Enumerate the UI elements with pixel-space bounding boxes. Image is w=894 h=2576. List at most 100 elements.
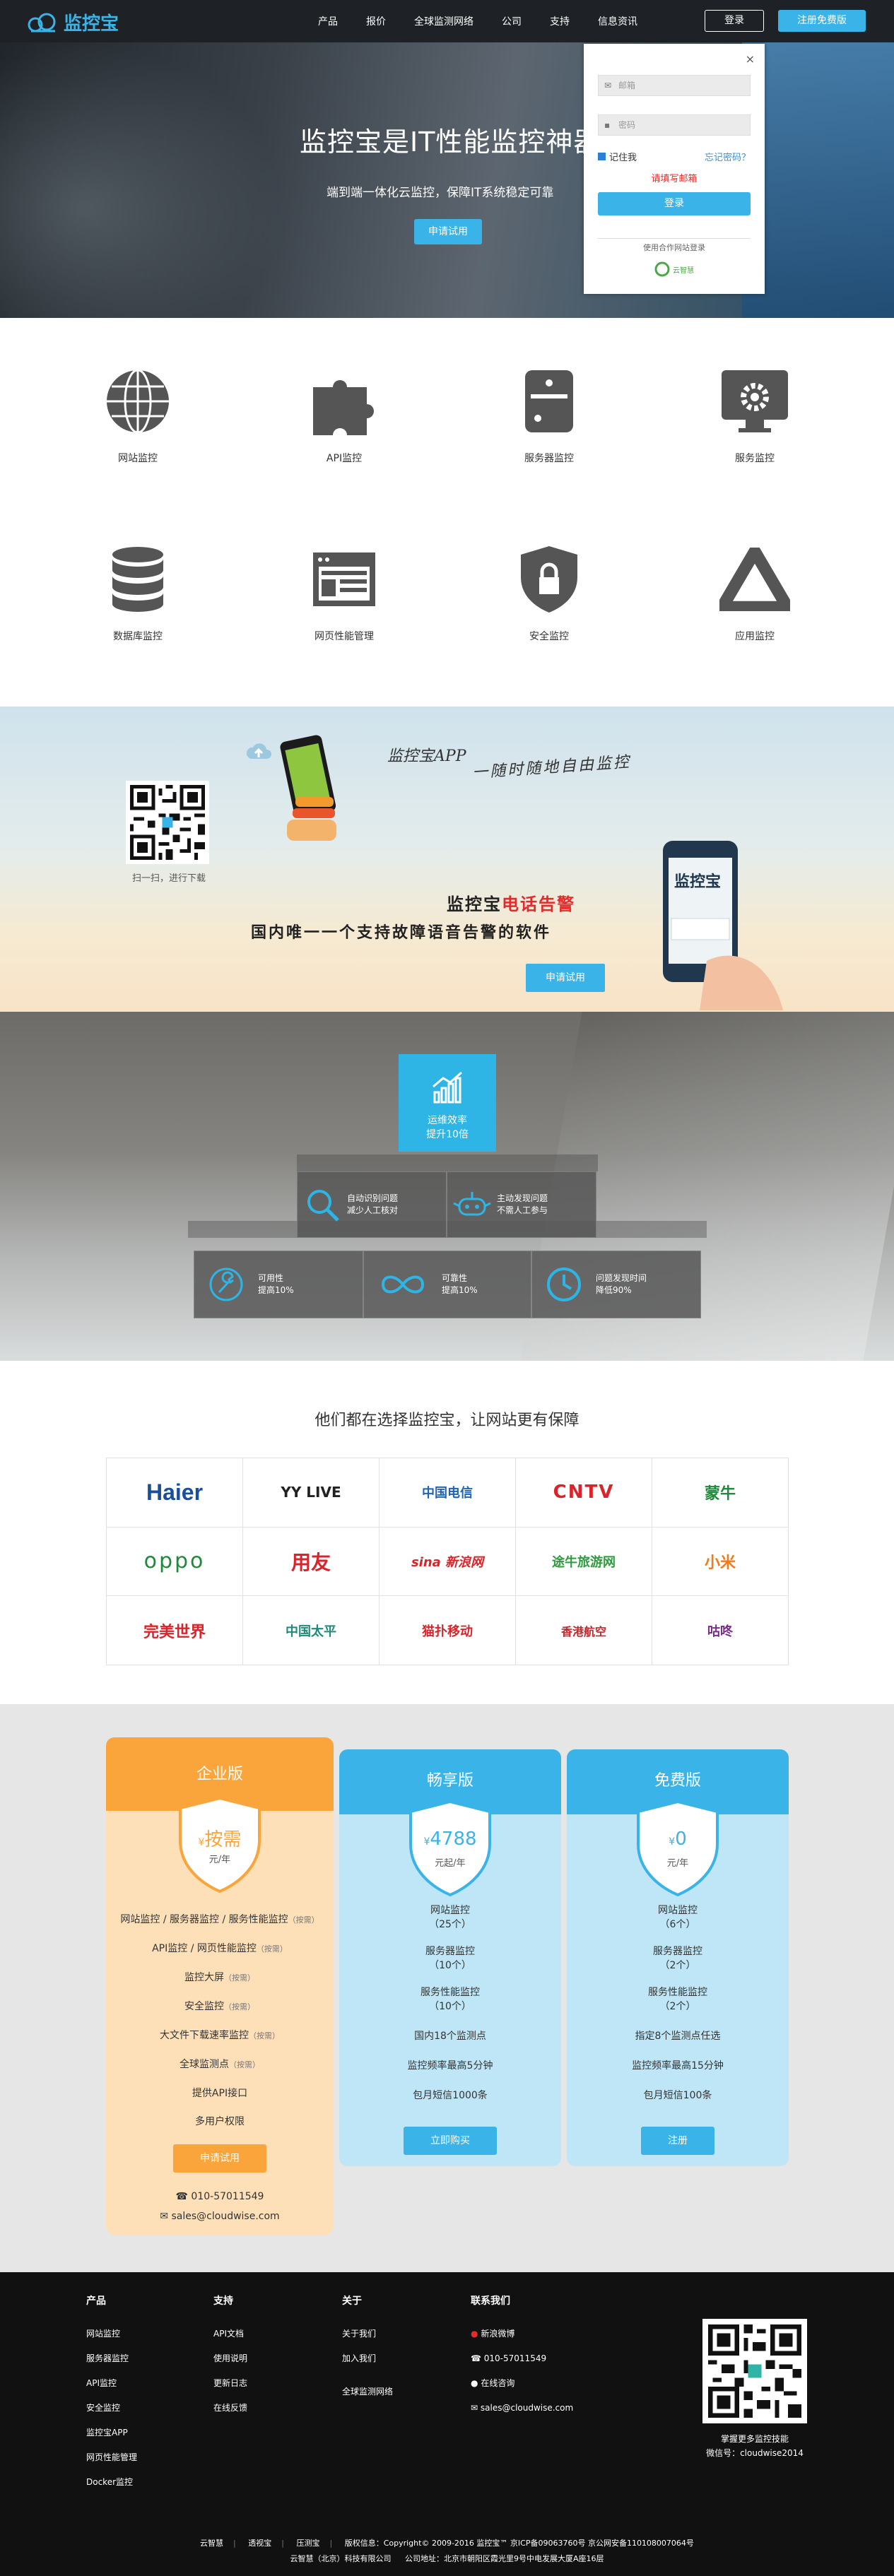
phone-screen-text: 监控宝 — [674, 873, 722, 891]
footer: 产品 网站监控 服务器监控 API监控 安全监控 监控宝APP 网页性能管理 D… — [0, 2272, 894, 2576]
feature-service-monitor[interactable]: 服务监控 — [698, 366, 811, 465]
footer-brand-link[interactable]: 压测宝 — [296, 2539, 319, 2548]
plan-standard: 畅享版 ¥4788 元起/年 网站监控 （25个） 服务器监控 （10个） 服务性能… — [339, 1749, 561, 2166]
footer-brand-link[interactable]: 云智慧 — [200, 2539, 223, 2548]
remember-checkbox[interactable]: 记住我 — [598, 150, 637, 163]
mid-left-line1: 自动识别问题 — [347, 1193, 399, 1203]
clock-icon — [532, 1266, 596, 1303]
app-apply-button[interactable]: 申请试用 — [526, 964, 605, 992]
sales-phone: ☎ 010-57011549 — [175, 2191, 264, 2202]
feature-server-monitor[interactable]: 服务器监控 — [493, 366, 606, 465]
footer-phone: ☎ 010-57011549 — [471, 2353, 547, 2363]
footer-link[interactable]: API监控 — [86, 2371, 137, 2396]
pyramid-mid-left: 自动识别问题 减少人工核对 — [297, 1171, 447, 1238]
sales-email[interactable]: ✉ sales@cloudwise.com — [106, 2211, 334, 2222]
plan-feature: 大文件下载速率监控（按需） — [160, 2030, 280, 2041]
plan-feature: API监控 / 网页性能监控（按需） — [152, 1943, 288, 1954]
logo-text: 监控宝 — [64, 13, 119, 35]
bottom-center-line1: 可靠性 — [442, 1273, 468, 1283]
password-field[interactable]: ▪ 密码 — [598, 114, 751, 136]
app-phone-illustration — [280, 735, 348, 848]
footer-link[interactable]: Docker监控 — [86, 2470, 137, 2495]
register-free-button[interactable]: 注册 — [641, 2127, 714, 2155]
magnifier-icon — [298, 1186, 347, 1223]
footer-link[interactable]: 网页性能管理 — [86, 2445, 137, 2470]
nav-link-company[interactable]: 公司 — [488, 14, 536, 28]
footer-link[interactable]: 关于我们 — [342, 2322, 393, 2346]
footer-col-support: 支持 API文档 使用说明 更新日志 在线反馈 — [213, 2293, 247, 2421]
login-submit-button[interactable]: 登录 — [598, 192, 751, 215]
logo[interactable]: 监控宝 — [27, 9, 119, 35]
plan-name: 免费版 — [654, 1772, 701, 1790]
bottom-left-line2: 提高10% — [258, 1285, 294, 1295]
login-panel: × ✉ 邮箱 ▪ 密码 记住我 忘记密码？ 请填写邮箱 登录 使用合作网站登录 … — [584, 44, 765, 294]
footer-link[interactable]: 在线反馈 — [213, 2396, 247, 2421]
plan-feature: 多用户权限 — [195, 2116, 245, 2127]
footer-link[interactable]: API文档 — [213, 2322, 247, 2346]
nav-link-pricing[interactable]: 报价 — [352, 14, 400, 28]
plan-price: ¥4788 — [423, 1828, 477, 1850]
pyramid-bottom-right: 问题发现时间 降低90% — [531, 1251, 701, 1318]
price-unit: 元起/年 — [435, 1858, 466, 1869]
wechat-qr-caption: 掌握更多监控技能 微信号：cloudwise2014 — [706, 2434, 804, 2458]
footer-link[interactable]: 服务器监控 — [86, 2346, 137, 2371]
footer-link[interactable]: 全球监测网络 — [342, 2380, 393, 2404]
pyramid-top: 运维效率 提升10倍 — [399, 1054, 496, 1152]
alarm-prefix: 监控宝 — [447, 894, 502, 914]
partner-login-link[interactable]: 云智慧 — [652, 259, 697, 279]
robot-icon — [447, 1188, 497, 1222]
footer-link[interactable]: 使用说明 — [213, 2346, 247, 2371]
plan-feature: 提供API接口 — [192, 2088, 248, 2099]
footer-col-about: 关于 关于我们 加入我们 全球监测网络 — [342, 2293, 393, 2404]
register-button[interactable]: 注册免费版 — [778, 10, 866, 32]
webpage-icon — [309, 544, 380, 615]
client-logo-yy: YY LIVE — [243, 1458, 380, 1528]
login-button[interactable]: 登录 — [705, 10, 764, 32]
enterprise-apply-button[interactable]: 申请试用 — [173, 2144, 266, 2173]
footer-weibo[interactable]: ● 新浪微博 — [471, 2322, 573, 2346]
weibo-icon: ● — [471, 2329, 478, 2339]
feature-database-monitor[interactable]: 数据库监控 — [81, 544, 194, 643]
email-field[interactable]: ✉ 邮箱 — [598, 75, 751, 96]
database-icon — [102, 544, 173, 615]
globe-icon — [102, 366, 173, 437]
nav-link-news[interactable]: 信息资讯 — [584, 14, 652, 28]
hero-background-left — [0, 42, 283, 318]
feature-webpage-performance[interactable]: 网页性能管理 — [288, 544, 401, 643]
forgot-password-link[interactable]: 忘记密码？ — [705, 150, 751, 163]
feature-website-monitor[interactable]: 网站监控 — [81, 366, 194, 465]
hero-apply-button[interactable]: 申请试用 — [414, 219, 482, 244]
feature-app-monitor[interactable]: 应用监控 — [698, 544, 811, 643]
feature-security-monitor[interactable]: 安全监控 — [493, 544, 606, 643]
footer-link[interactable]: 安全监控 — [86, 2396, 137, 2421]
client-logo-grid: Haier YY LIVE 中国电信 CNTV 蒙牛 oppo 用友 sina … — [106, 1458, 789, 1665]
client-logo-tuniu: 途牛旅游网 — [516, 1527, 652, 1597]
cloudwise-logo-icon — [654, 261, 670, 277]
plan-name: 畅享版 — [426, 1772, 474, 1790]
clients-title: 他们都在选择监控宝，让网站更有保障 — [314, 1412, 580, 1429]
footer-link[interactable]: 网站监控 — [86, 2322, 137, 2346]
pyramid-bottom-left: 可用性提高10% — [194, 1251, 363, 1318]
footer-brand-link[interactable]: 透视宝 — [248, 2539, 271, 2548]
close-icon[interactable]: × — [746, 52, 755, 66]
checkbox-icon — [598, 153, 606, 160]
feature-api-monitor[interactable]: API监控 — [288, 366, 401, 465]
pricing-section: 企业版 ¥按需 元/年 网站监控 / 服务器监控 / 服务性能监控（按需） AP… — [0, 1704, 894, 2272]
client-logo-cntv: CNTV — [516, 1458, 652, 1528]
lock-icon: ▪ — [604, 120, 611, 130]
bottom-left-line1: 可用性 — [258, 1273, 284, 1283]
remember-label: 记住我 — [609, 153, 637, 163]
pyramid-top-line1: 运维效率 — [428, 1115, 467, 1126]
hero-subtitle: 端到端一体化云监控，保障IT系统稳定可靠 — [327, 186, 554, 200]
qr-caption: 扫一扫，进行下载 — [131, 873, 206, 884]
nav-link-network[interactable]: 全球监测网络 — [400, 14, 488, 28]
footer-link[interactable]: 更新日志 — [213, 2371, 247, 2396]
footer-online-chat[interactable]: ● 在线咨询 — [471, 2371, 573, 2396]
footer-link[interactable]: 加入我们 — [342, 2346, 393, 2371]
footer-email[interactable]: ✉ sales@cloudwise.com — [471, 2396, 573, 2421]
footer-link[interactable]: 监控宝APP — [86, 2421, 137, 2445]
feature-label: 服务监控 — [735, 453, 775, 464]
buy-now-button[interactable]: 立即购买 — [404, 2127, 497, 2155]
nav-link-product[interactable]: 产品 — [304, 14, 352, 28]
nav-link-support[interactable]: 支持 — [536, 14, 584, 28]
